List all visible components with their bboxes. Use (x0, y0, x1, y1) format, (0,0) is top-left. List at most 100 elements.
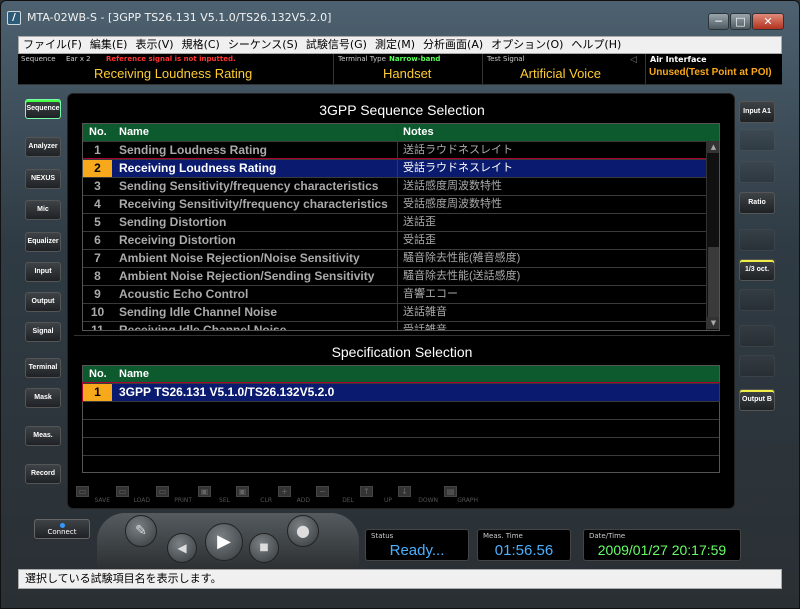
nav-mask[interactable]: Mask (25, 388, 61, 408)
right-btn-2[interactable] (739, 161, 775, 183)
datetime-label: Date/Time (589, 532, 626, 540)
row-no: 2 (83, 160, 112, 177)
menu-item-4[interactable]: シーケンス(S) (224, 37, 302, 53)
spec-header-no: No. (89, 368, 107, 380)
terminal-value: Handset (383, 66, 432, 81)
print-button[interactable]: ▭ PRINT (154, 484, 194, 506)
connect-button[interactable]: Connect (34, 519, 90, 539)
scroll-down-icon[interactable]: ▼ (707, 317, 719, 329)
scroll-thumb[interactable] (708, 247, 719, 317)
row-name: Sending Distortion (119, 215, 227, 229)
nav-equalizer[interactable]: Equalizer (25, 232, 61, 252)
nav-sequence[interactable]: Sequence (25, 99, 61, 119)
right-btn-7[interactable] (739, 325, 775, 347)
record-button[interactable]: ● (287, 515, 319, 547)
row-no: 4 (94, 197, 101, 211)
spec-row[interactable]: 1 3GPP TS26.131 V5.1.0/TS26.132V5.2.0 (82, 382, 720, 402)
sequence-row[interactable]: 2 Receiving Loudness Rating 受話ラウドネスレイト (83, 158, 707, 178)
right-btn-4[interactable] (739, 229, 775, 251)
air-value: Unused(Test Point at POI) (649, 67, 772, 78)
menu-item-7[interactable]: 分析画面(A) (419, 37, 487, 53)
sel-button[interactable]: ▣ SEL (196, 484, 232, 506)
graph-button[interactable]: ▤ GRAPH (442, 484, 480, 506)
status-bar: 選択している試験項目名を表示します。 (18, 569, 782, 589)
graph-label: GRAPH (457, 497, 478, 504)
row-no: 5 (94, 215, 101, 229)
clr-button[interactable]: ▣ CLR (234, 484, 274, 506)
spec-row-empty[interactable] (83, 419, 719, 437)
nav-nexus[interactable]: NEXUS (25, 169, 61, 189)
ear-label: Ear x 2 (66, 55, 91, 63)
down-button[interactable]: ↓ DOWN (396, 484, 440, 506)
up-label: UP (383, 497, 392, 504)
row-name: Receiving Distortion (119, 233, 236, 247)
row-no: 10 (90, 305, 105, 319)
save-button[interactable]: ▭ SAVE (74, 484, 112, 506)
sequence-table: No. Name Notes 1 Sending Loudness Rating 送… (82, 123, 720, 331)
sequence-scrollbar[interactable]: ▲ ▼ (706, 141, 719, 330)
sequence-row[interactable]: 8 Ambient Noise Rejection/Sending Sensiti… (83, 267, 706, 285)
sequence-row[interactable]: 3 Sending Sensitivity/frequency character… (83, 177, 706, 195)
sequence-row[interactable]: 4 Receiving Sensitivity/frequency charact… (83, 195, 706, 213)
mic-button[interactable]: ✎ (125, 515, 157, 547)
sequence-row[interactable]: 11 Receiving Idle Channel Noise 受話雑音 (83, 321, 706, 331)
save-icon: ▭ (76, 486, 89, 497)
sequence-row[interactable]: 6 Receiving Distortion 受話歪 (83, 231, 706, 249)
menu-item-5[interactable]: 試験信号(G) (302, 37, 371, 53)
spec-row-empty[interactable] (83, 401, 719, 419)
right-btn-6[interactable] (739, 289, 775, 311)
record-icon: ● (296, 521, 310, 540)
speaker-icon: ◁ (630, 55, 637, 65)
right-btn-9[interactable]: Output B (739, 389, 775, 411)
stop-button[interactable]: ■ (249, 533, 279, 563)
up-button[interactable]: ↑ UP (358, 484, 394, 506)
sequence-row[interactable]: 5 Sending Distortion 送話歪 (83, 213, 706, 231)
clr-label: CLR (260, 497, 272, 504)
row-name: Receiving Idle Channel Noise (119, 323, 287, 331)
minimize-button[interactable]: ─ (708, 13, 729, 30)
header-notes: Notes (403, 126, 434, 138)
nav-mic[interactable]: Mic (25, 200, 61, 220)
nav-analyzer[interactable]: Analyzer (25, 137, 61, 157)
up-icon: ↑ (360, 486, 373, 497)
sequence-row[interactable]: 9 Acoustic Echo Control 音響エコー (83, 285, 706, 303)
row-notes: 受話歪 (403, 234, 436, 246)
menu-item-3[interactable]: 規格(C) (178, 37, 224, 53)
maximize-button[interactable]: □ (730, 13, 751, 30)
speaker-button[interactable]: ◀ (167, 533, 197, 563)
scroll-up-icon[interactable]: ▲ (707, 141, 719, 153)
close-button[interactable]: ✕ (752, 13, 784, 30)
load-button[interactable]: ▭ LOAD (114, 484, 152, 506)
nav-terminal[interactable]: Terminal (25, 358, 61, 378)
graph-icon: ▤ (444, 486, 457, 497)
spec-row-name: 3GPP TS26.131 V5.1.0/TS26.132V5.2.0 (119, 385, 335, 399)
add-button[interactable]: + ADD (276, 484, 312, 506)
spec-row-empty[interactable] (83, 437, 719, 455)
right-btn-3[interactable]: Ratio (739, 192, 775, 214)
connect-label: Connect (47, 528, 77, 536)
nav-meas[interactable]: Meas. (25, 426, 61, 446)
play-button[interactable]: ▶ (205, 523, 243, 561)
sequence-row[interactable]: 10 Sending Idle Channel Noise 送話雑音 (83, 303, 706, 321)
menu-item-0[interactable]: ファイル(F) (19, 37, 86, 53)
right-btn-1[interactable] (739, 129, 775, 151)
del-button[interactable]: − DEL (314, 484, 356, 506)
right-btn-8[interactable] (739, 355, 775, 377)
right-btn-5[interactable]: 1/3 oct. (739, 259, 775, 281)
nav-record[interactable]: Record (25, 464, 61, 484)
menu-item-2[interactable]: 表示(V) (131, 37, 177, 53)
nav-signal[interactable]: Signal (25, 322, 61, 342)
menu-item-9[interactable]: ヘルプ(H) (567, 37, 625, 53)
menu-item-6[interactable]: 測定(M) (371, 37, 419, 53)
row-no: 11 (91, 323, 104, 331)
nav-input[interactable]: Input (25, 262, 61, 282)
nav-output[interactable]: Output (25, 292, 61, 312)
row-no: 3 (94, 179, 101, 193)
right-btn-0[interactable]: Input A1 (739, 101, 775, 123)
spec-row-empty[interactable] (83, 455, 719, 473)
sequence-row[interactable]: 7 Ambient Noise Rejection/Noise Sensitivi… (83, 249, 706, 267)
sequence-row[interactable]: 1 Sending Loudness Rating 送話ラウドネスレイト (83, 141, 706, 159)
pen-icon: ✎ (135, 523, 147, 539)
menu-item-1[interactable]: 編集(E) (86, 37, 132, 53)
menu-item-8[interactable]: オプション(O) (487, 37, 567, 53)
